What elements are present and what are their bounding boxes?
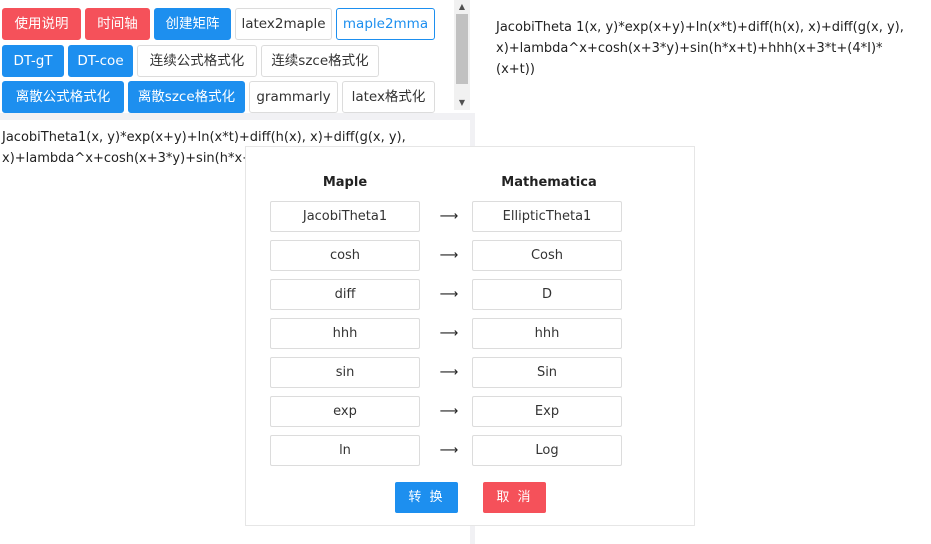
mathematica-function-field[interactable]: Cosh xyxy=(472,240,622,271)
maple-function-field[interactable]: JacobiTheta1 xyxy=(270,201,420,232)
mapping-row: diff ⟶ D xyxy=(270,279,622,311)
maple2mma-button[interactable]: maple2mma xyxy=(336,8,435,40)
maple-column-header: Maple xyxy=(322,175,368,190)
continuous-szce-format-button[interactable]: 连续szce格式化 xyxy=(261,45,379,77)
mapping-row: ln ⟶ Log xyxy=(270,435,622,467)
convert-button[interactable]: 转 换 xyxy=(395,482,458,513)
discrete-szce-format-button[interactable]: 离散szce格式化 xyxy=(128,81,245,113)
timeline-button[interactable]: 时间轴 xyxy=(85,8,150,40)
mathematica-function-field[interactable]: hhh xyxy=(472,318,622,349)
mathematica-column-header: Mathematica xyxy=(501,175,597,190)
mapping-row: exp ⟶ Exp xyxy=(270,396,622,428)
arrow-right-icon: ⟶ xyxy=(439,404,459,419)
maple-function-field[interactable]: hhh xyxy=(270,318,420,349)
arrow-right-icon: ⟶ xyxy=(439,248,459,263)
mapping-row: sin ⟶ Sin xyxy=(270,357,622,389)
maple-function-field[interactable]: exp xyxy=(270,396,420,427)
toolbar: 使用说明 时间轴 创建矩阵 latex2maple maple2mma DT-g… xyxy=(0,0,454,113)
maple-function-field[interactable]: diff xyxy=(270,279,420,310)
panel-divider-top xyxy=(470,0,475,113)
arrow-right-icon: ⟶ xyxy=(439,365,459,380)
toolbar-scrollbar[interactable]: ▲ ▼ xyxy=(454,0,470,110)
arrow-right-icon: ⟶ xyxy=(439,287,459,302)
arrow-right-icon: ⟶ xyxy=(439,326,459,341)
scroll-up-arrow-icon[interactable]: ▲ xyxy=(454,0,470,14)
arrow-right-icon: ⟶ xyxy=(439,209,459,224)
panel-divider-horizontal xyxy=(0,113,470,120)
mapping-row: hhh ⟶ hhh xyxy=(270,318,622,350)
help-button[interactable]: 使用说明 xyxy=(2,8,81,40)
grammarly-button[interactable]: grammarly xyxy=(249,81,338,113)
mathematica-function-field[interactable]: EllipticTheta1 xyxy=(472,201,622,232)
maple-function-field[interactable]: ln xyxy=(270,435,420,466)
discrete-formula-format-button[interactable]: 离散公式格式化 xyxy=(2,81,124,113)
mathematica-output-text: JacobiTheta 1(x, y)*exp(x+y)+ln(x*t)+dif… xyxy=(496,20,904,77)
cancel-button[interactable]: 取 消 xyxy=(483,482,546,513)
function-mapping-dialog: Maple Mathematica JacobiTheta1 ⟶ Ellipti… xyxy=(245,146,695,526)
dt-gt-button[interactable]: DT-gT xyxy=(2,45,64,77)
mapping-row: cosh ⟶ Cosh xyxy=(270,240,622,272)
mathematica-function-field[interactable]: Sin xyxy=(472,357,622,388)
mathematica-function-field[interactable]: Exp xyxy=(472,396,622,427)
maple-function-field[interactable]: sin xyxy=(270,357,420,388)
latex-format-button[interactable]: latex格式化 xyxy=(342,81,435,113)
maple-function-field[interactable]: cosh xyxy=(270,240,420,271)
mathematica-function-field[interactable]: D xyxy=(472,279,622,310)
scroll-thumb[interactable] xyxy=(456,14,468,84)
arrow-right-icon: ⟶ xyxy=(439,443,459,458)
mathematica-function-field[interactable]: Log xyxy=(472,435,622,466)
dt-coe-button[interactable]: DT-coe xyxy=(68,45,133,77)
create-matrix-button[interactable]: 创建矩阵 xyxy=(154,8,231,40)
continuous-formula-format-button[interactable]: 连续公式格式化 xyxy=(137,45,257,77)
latex2maple-button[interactable]: latex2maple xyxy=(235,8,332,40)
mapping-row: JacobiTheta1 ⟶ EllipticTheta1 xyxy=(270,201,622,233)
scroll-down-arrow-icon[interactable]: ▼ xyxy=(454,96,470,110)
